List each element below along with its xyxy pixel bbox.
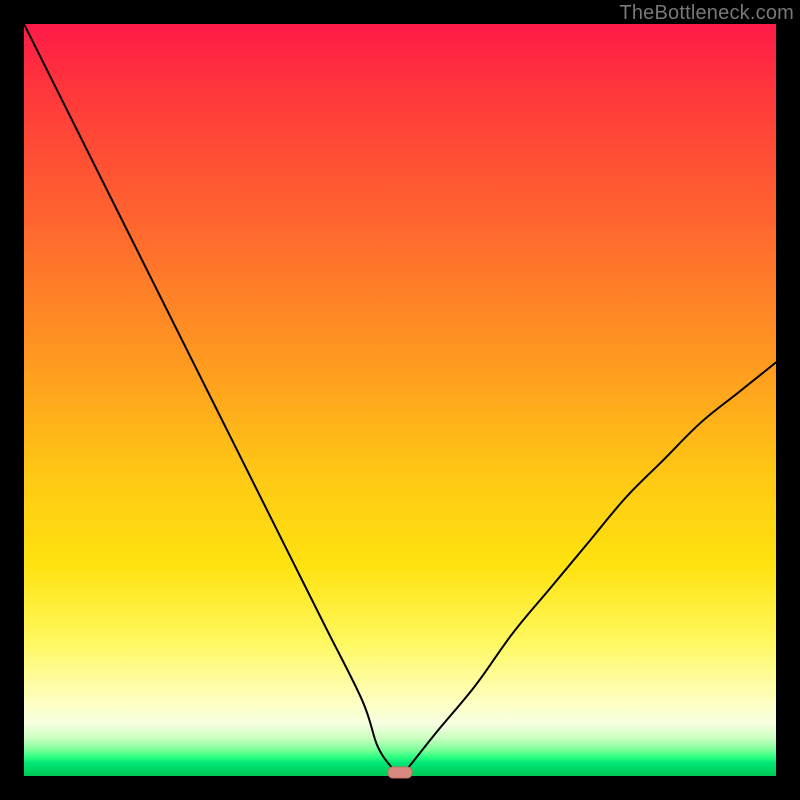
plot-area (24, 24, 776, 776)
curve-svg (24, 24, 776, 776)
chart-frame: TheBottleneck.com (0, 0, 800, 800)
watermark-text: TheBottleneck.com (619, 2, 794, 25)
minimum-marker (388, 767, 412, 778)
bottleneck-curve (24, 24, 776, 776)
